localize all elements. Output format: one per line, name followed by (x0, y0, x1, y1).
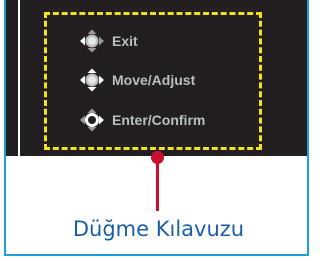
key-guide-item-exit[interactable]: Exit (75, 29, 138, 53)
key-guide-box: Exit Move/Adjust Enter/Confirm (44, 12, 262, 150)
joystick-left-icon (80, 29, 104, 53)
key-guide-item-enter-confirm[interactable]: Enter/Confirm (75, 108, 205, 132)
joystick-press-icon (80, 108, 104, 132)
key-guide-item-move-adjust[interactable]: Move/Adjust (75, 68, 195, 92)
illustration-frame: Exit Move/Adjust Enter/Confirm Düğme Kıl… (4, 0, 309, 256)
key-guide-label: Move/Adjust (112, 72, 196, 88)
key-guide-label: Exit (112, 33, 138, 49)
key-guide-label: Enter/Confirm (112, 112, 206, 128)
menu-divider (18, 0, 20, 156)
osd-screen: Exit Move/Adjust Enter/Confirm (6, 0, 307, 156)
callout-caption: Düğme Kılavuzu (72, 217, 245, 241)
callout-dot (151, 151, 164, 164)
joystick-move-icon (80, 68, 104, 92)
